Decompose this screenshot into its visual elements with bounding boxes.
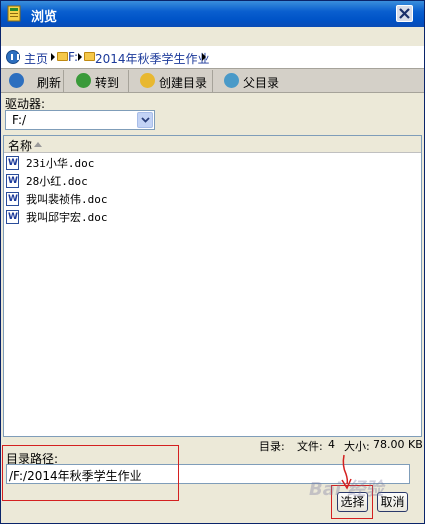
browse-dialog: 浏览 主页 F: 2014年秋季学生作业 刷新 转到 创建目录 父目录 驱动器:… — [0, 0, 425, 524]
watermark: Bai 经验 — [309, 479, 384, 500]
title-bar: 浏览 — [1, 1, 424, 27]
home-icon[interactable] — [6, 50, 20, 64]
notebook-icon — [7, 5, 21, 22]
parent-directory-button[interactable]: 父目录 — [219, 70, 285, 92]
breadcrumb: 主页 F: 2014年秋季学生作业 — [1, 46, 424, 68]
word-document-icon — [6, 156, 19, 170]
drive-select[interactable]: F:/ — [5, 110, 155, 130]
list-item[interactable]: 我叫裴祯伟.doc — [6, 191, 306, 207]
status-size-label: 大小: — [344, 440, 370, 453]
parent-folder-icon — [224, 73, 239, 88]
folder-icon — [57, 52, 68, 61]
status-files-label: 文件: — [297, 440, 323, 453]
list-item[interactable]: 23i小华.doc — [6, 155, 306, 171]
chevron-right-icon — [51, 53, 55, 61]
close-button[interactable] — [396, 5, 413, 22]
refresh-icon — [9, 73, 24, 88]
goto-icon — [76, 73, 91, 88]
list-header: 名称 — [4, 136, 421, 153]
word-document-icon — [6, 210, 19, 224]
create-directory-button[interactable]: 创建目录 — [135, 70, 213, 92]
window-title: 浏览 — [31, 10, 58, 25]
breadcrumb-folder[interactable]: 2014年秋季学生作业 — [95, 50, 210, 67]
drive-value: F:/ — [12, 113, 27, 127]
list-item[interactable]: 我叫邱宇宏.doc — [6, 209, 306, 225]
new-folder-icon — [140, 73, 155, 88]
refresh-button[interactable]: 刷新 — [4, 70, 64, 92]
dropdown-button[interactable] — [137, 112, 153, 128]
file-list[interactable]: 名称 23i小华.doc 28小红.doc 我叫裴祯伟.doc 我叫邱宇宏.do… — [3, 135, 422, 437]
chevron-right-icon — [202, 53, 206, 61]
word-document-icon — [6, 192, 19, 206]
breadcrumb-drive[interactable]: F: — [68, 50, 78, 64]
status-size-value: 78.00 KB — [373, 438, 423, 451]
status-files-count: 4 — [328, 438, 335, 451]
toolbar: 刷新 转到 创建目录 父目录 — [1, 68, 424, 93]
breadcrumb-home[interactable]: 主页 — [24, 50, 48, 67]
close-icon — [399, 8, 410, 19]
chevron-down-icon — [141, 117, 150, 123]
annotation-highlight-path — [2, 445, 179, 501]
list-item[interactable]: 28小红.doc — [6, 173, 306, 189]
folder-icon — [84, 52, 95, 61]
chevron-right-icon — [78, 53, 82, 61]
status-dir-label: 目录: — [259, 440, 285, 453]
sort-ascending-icon — [34, 142, 42, 147]
word-document-icon — [6, 174, 19, 188]
column-header-name[interactable]: 名称 — [8, 137, 32, 154]
goto-button[interactable]: 转到 — [71, 70, 129, 92]
